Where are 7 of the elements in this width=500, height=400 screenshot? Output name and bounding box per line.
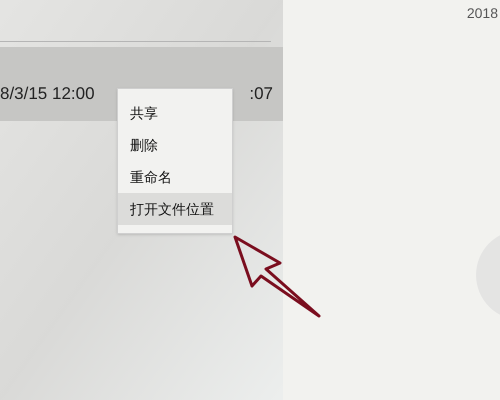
menu-item[interactable]: 删除 <box>118 129 232 161</box>
recording-date-header: 2018 <box>466 4 498 23</box>
menu-item[interactable]: 打开文件位置 <box>118 193 232 225</box>
recording-date: 8/3/15 12:00 <box>0 82 95 104</box>
menu-item[interactable]: 重命名 <box>118 161 232 193</box>
arrow-icon <box>232 234 322 318</box>
recording-duration: :07 <box>249 82 273 104</box>
